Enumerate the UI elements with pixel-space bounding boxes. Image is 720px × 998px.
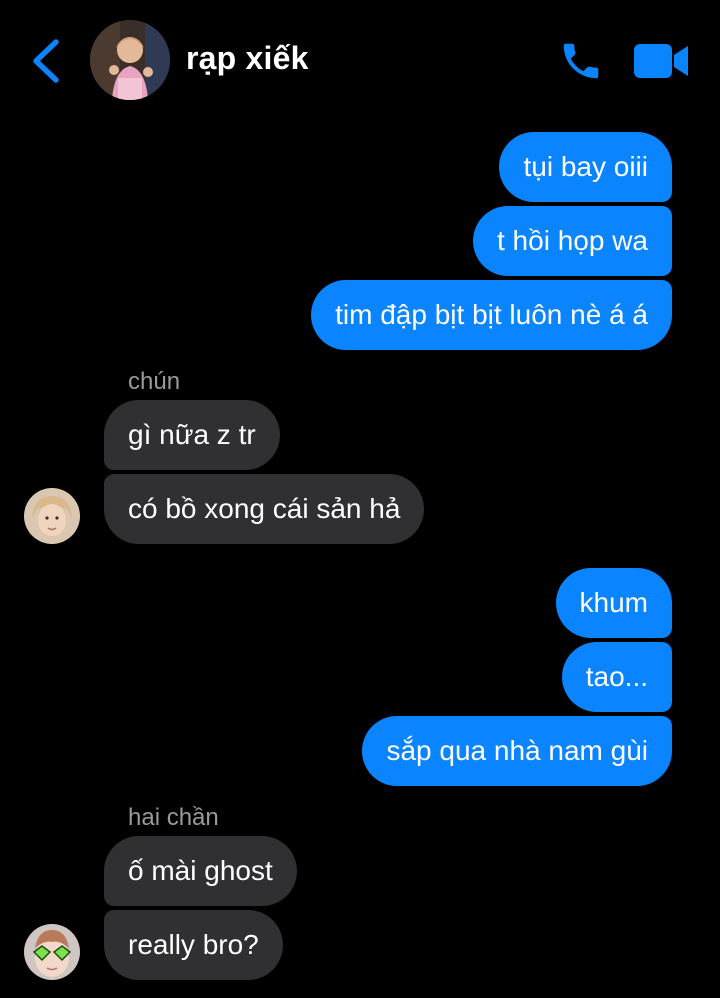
outgoing-message-bubble[interactable]: tao... (561, 642, 672, 712)
group-avatar[interactable] (90, 20, 170, 100)
group-photo (90, 20, 170, 100)
sender-name: chún (128, 368, 181, 395)
incoming-message-bubble[interactable]: gì nữa z tr (104, 400, 280, 470)
chevron-left-icon (33, 39, 59, 83)
sender-name: hai chần (128, 804, 219, 831)
video-camera-icon (634, 44, 688, 78)
outgoing-message-bubble[interactable]: tim đập bịt bịt luôn nè á á (311, 280, 672, 350)
outgoing-message-bubble[interactable]: t hồi họp wa (473, 206, 672, 276)
outgoing-message-bubble[interactable]: tụi bay oiii (499, 132, 672, 202)
voice-call-button[interactable] (558, 38, 604, 84)
member-avatar[interactable] (24, 924, 80, 980)
member-avatar-photo (24, 488, 80, 544)
back-button[interactable] (26, 38, 66, 84)
video-call-button[interactable] (632, 42, 690, 80)
member-avatar[interactable] (24, 488, 80, 544)
outgoing-message-bubble[interactable]: sắp qua nhà nam gùi (362, 716, 672, 786)
incoming-message-bubble[interactable]: really bro? (104, 910, 283, 980)
member-avatar-photo (24, 924, 80, 980)
incoming-message-bubble[interactable]: ố mài ghost (104, 836, 297, 906)
chat-header: rạp xiếk (0, 0, 720, 118)
chat-title[interactable]: rạp xiếk (186, 40, 309, 77)
outgoing-message-bubble[interactable]: khum (555, 568, 672, 638)
phone-icon (563, 43, 599, 79)
incoming-message-bubble[interactable]: có bồ xong cái sản hả (104, 474, 425, 544)
